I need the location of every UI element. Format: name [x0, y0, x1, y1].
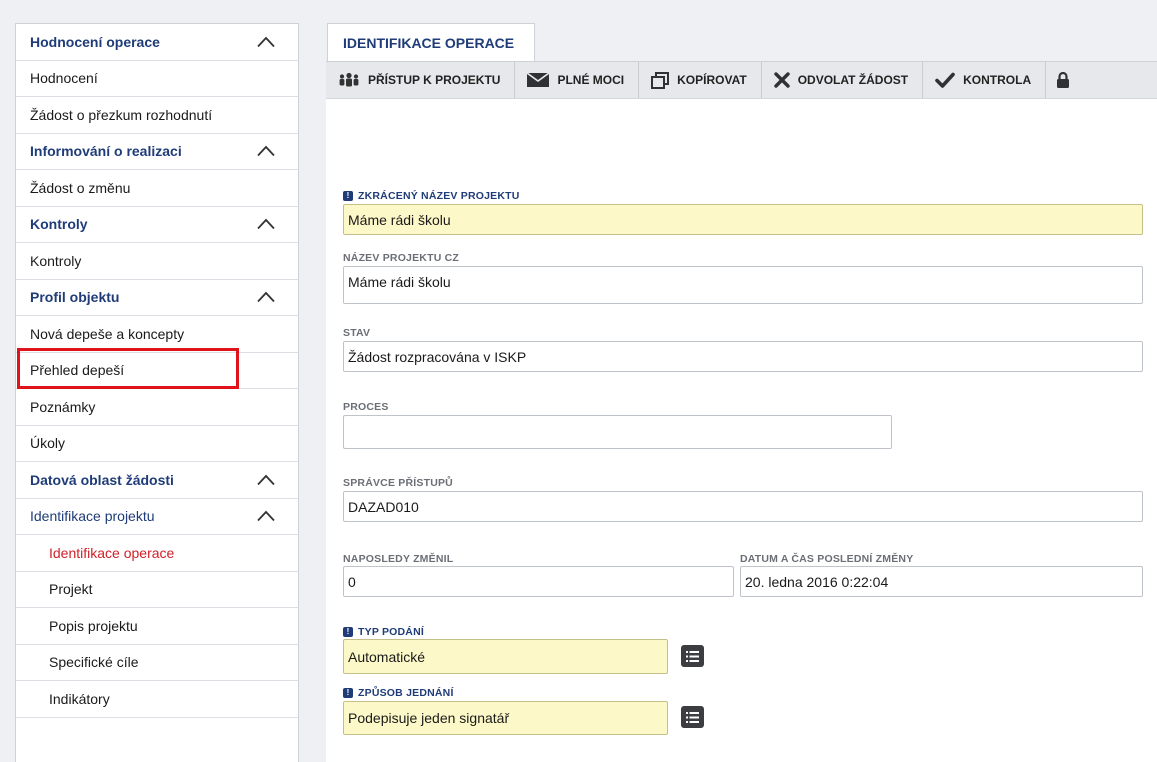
chevron-up-icon[interactable]	[256, 36, 276, 48]
sidebar-item-label: Přehled depeší	[30, 362, 125, 379]
short-name-label-text: ZKRÁCENÝ NÁZEV PROJEKTU	[358, 190, 520, 202]
access-to-project-button[interactable]: PŘÍSTUP K PROJEKTU	[326, 62, 516, 98]
check-button[interactable]: KONTROLA	[923, 62, 1047, 98]
toolbar-button-label: KOPÍROVAT	[677, 73, 747, 87]
sidebar-item-label: Profil objektu	[30, 289, 120, 306]
last-change-time-field[interactable]: 20. ledna 2016 0:22:04	[740, 566, 1143, 597]
last-changed-by-field[interactable]: 0	[343, 566, 734, 597]
x-icon	[774, 72, 790, 88]
process-label: PROCES	[343, 401, 389, 413]
sidebar-item-zadost-o-prezkum-rozhodnuti[interactable]: Žádost o přezkum rozhodnutí	[16, 97, 298, 134]
conduct-method-field[interactable]: Podepisuje jeden signatář	[343, 701, 668, 735]
conduct-method-label: ! ZPŮSOB JEDNÁNÍ	[343, 687, 454, 699]
chevron-up-icon[interactable]	[256, 510, 276, 522]
sidebar-item-label: Nová depeše a koncepty	[30, 325, 185, 342]
sidebar-item-popis-projektu[interactable]: Popis projektu	[16, 608, 298, 645]
copy-icon	[651, 71, 670, 89]
chevron-up-icon[interactable]	[256, 474, 276, 486]
lock-icon	[1057, 72, 1070, 88]
withdraw-application-button[interactable]: ODVOLAT ŽÁDOST	[762, 62, 924, 98]
access-admin-field[interactable]: DAZAD010	[343, 491, 1143, 522]
check-icon	[935, 72, 955, 88]
chevron-up-icon[interactable]	[256, 145, 276, 157]
sidebar-item-poznamky[interactable]: Poznámky	[16, 389, 298, 426]
power-of-attorney-button[interactable]: PLNÉ MOCI	[515, 62, 640, 98]
sidebar-item-prehled-depesi[interactable]: Přehled depeší	[16, 353, 298, 389]
sidebar-nav: Hodnocení operace Hodnocení Žádost o přezk…	[15, 23, 299, 762]
envelope-icon	[527, 73, 550, 87]
sidebar-item-identifikace-projektu[interactable]: Identifikace projektu	[16, 499, 298, 535]
status-field[interactable]: Žádost rozpracována v ISKP	[343, 341, 1143, 372]
sidebar-item-zadost-o-zmenu[interactable]: Žádost o změnu	[16, 170, 298, 207]
sidebar-item-label: Žádost o změnu	[30, 179, 131, 196]
sidebar-item-label: Kontroly	[30, 216, 88, 233]
lock-button[interactable]	[1046, 62, 1084, 98]
copy-button[interactable]: KOPÍROVAT	[639, 62, 762, 98]
main-panel: IDENTIFIKACE OPERACE PŘÍSTUP K PROJEKTU …	[326, 23, 1157, 762]
sidebar-item-label: Kontroly	[30, 252, 82, 269]
sidebar-item-kontroly[interactable]: Kontroly	[16, 207, 298, 243]
sidebar-item-nova-depese-a-koncepty[interactable]: Nová depeše a koncepty	[16, 316, 298, 353]
sidebar-item-hodnoceni-operace[interactable]: Hodnocení operace	[16, 24, 298, 61]
sidebar-item-label: Indikátory	[49, 690, 110, 707]
status-label: STAV	[343, 327, 371, 339]
sidebar-item-label: Identifikace projektu	[30, 508, 155, 525]
sidebar-item-label: Projekt	[49, 581, 93, 598]
submission-type-list-button[interactable]	[681, 645, 704, 667]
sidebar-item-label: Žádost o přezkum rozhodnutí	[30, 106, 213, 123]
chevron-up-icon[interactable]	[256, 218, 276, 230]
sidebar-item-label: Hodnocení operace	[30, 33, 160, 50]
sidebar-item-datova-oblast-zadosti[interactable]: Datová oblast žádosti	[16, 462, 298, 499]
tab-strip: IDENTIFIKACE OPERACE	[326, 23, 1157, 62]
required-icon: !	[343, 191, 353, 201]
sidebar-item-label: Popis projektu	[49, 617, 138, 634]
sidebar-item-label: Hodnocení	[30, 70, 98, 87]
sidebar-item-hodnoceni[interactable]: Hodnocení	[16, 61, 298, 97]
short-name-field[interactable]: Máme rádi školu	[343, 204, 1143, 235]
submission-type-label: ! TYP PODÁNÍ	[343, 626, 424, 638]
submission-type-field[interactable]: Automatické	[343, 639, 668, 674]
tab-identifikace-operace[interactable]: IDENTIFIKACE OPERACE	[327, 23, 535, 62]
sidebar-item-label: Specifické cíle	[49, 654, 139, 671]
conduct-method-label-text: ZPŮSOB JEDNÁNÍ	[358, 687, 454, 699]
name-cz-label: NÁZEV PROJEKTU CZ	[343, 252, 459, 264]
access-admin-label: SPRÁVCE PŘÍSTUPŮ	[343, 477, 453, 489]
toolbar-button-label: PŘÍSTUP K PROJEKTU	[368, 73, 501, 87]
sidebar-item-label: Informování o realizaci	[30, 143, 182, 160]
submission-type-label-text: TYP PODÁNÍ	[358, 626, 424, 638]
list-icon	[686, 711, 699, 723]
sidebar-item-label: Identifikace operace	[49, 544, 175, 561]
last-changed-by-label: NAPOSLEDY ZMĚNIL	[343, 553, 454, 565]
sidebar-item-indikatory[interactable]: Indikátory	[16, 681, 298, 718]
sidebar-item-identifikace-operace[interactable]: Identifikace operace	[16, 535, 298, 572]
toolbar-button-label: PLNÉ MOCI	[557, 73, 625, 87]
required-icon: !	[343, 627, 353, 637]
chevron-up-icon[interactable]	[256, 291, 276, 303]
sidebar-item-projekt[interactable]: Projekt	[16, 572, 298, 608]
last-change-time-label: DATUM A ČAS POSLEDNÍ ZMĚNY	[740, 553, 914, 565]
sidebar-item-ukoly[interactable]: Úkoly	[16, 426, 298, 462]
short-name-label: ! ZKRÁCENÝ NÁZEV PROJEKTU	[343, 190, 520, 202]
toolbar-button-label: ODVOLAT ŽÁDOST	[797, 73, 909, 87]
sidebar-item-informovani-o-realizaci[interactable]: Informování o realizaci	[16, 134, 298, 170]
sidebar-item-label: Poznámky	[30, 398, 96, 415]
users-icon	[339, 72, 359, 87]
list-icon	[686, 650, 699, 662]
sidebar-item-label: Úkoly	[30, 435, 66, 452]
sidebar-item-label: Datová oblast žádosti	[30, 471, 174, 488]
toolbar: PŘÍSTUP K PROJEKTU PLNÉ MOCI KOPÍROVAT O…	[326, 61, 1157, 99]
sidebar-item-profil-objektu[interactable]: Profil objektu	[16, 280, 298, 316]
required-icon: !	[343, 688, 353, 698]
conduct-method-list-button[interactable]	[681, 706, 704, 728]
toolbar-button-label: KONTROLA	[963, 73, 1032, 87]
sidebar-item-specificke-cile[interactable]: Specifické cíle	[16, 645, 298, 681]
name-cz-field[interactable]: Máme rádi školu	[343, 266, 1143, 304]
process-field[interactable]	[343, 415, 892, 449]
sidebar-item-kontroly[interactable]: Kontroly	[16, 243, 298, 280]
